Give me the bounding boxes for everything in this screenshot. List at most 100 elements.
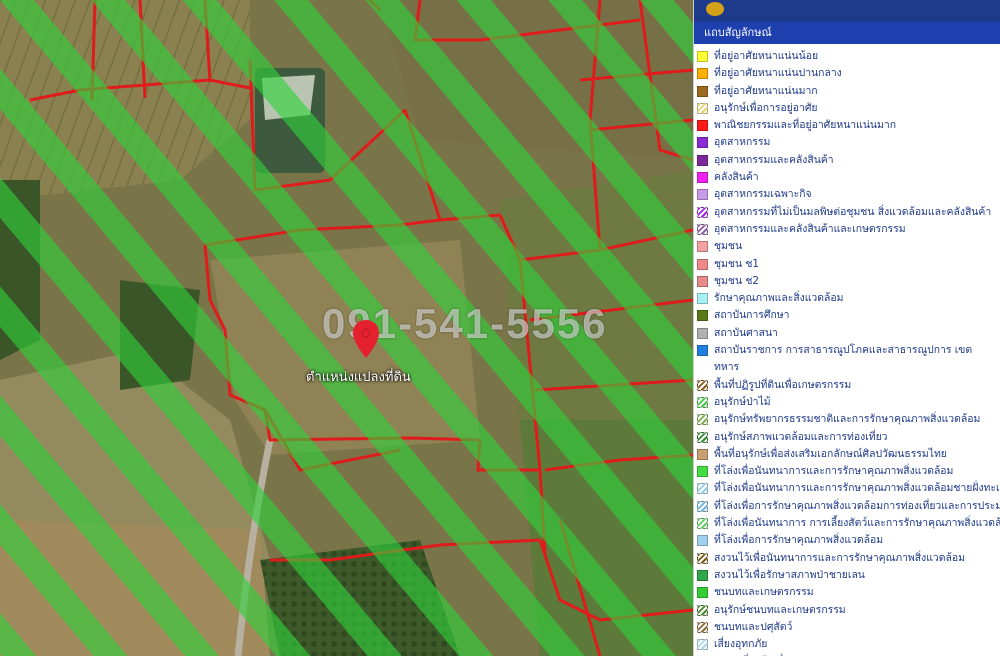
legend-item: สถาบันการศึกษา [694, 307, 1000, 324]
legend-swatch [697, 275, 708, 287]
legend-item: ที่โล่งเพื่อการรักษาคุณภาพสิ่งแวดล้อมการ… [694, 498, 1000, 515]
legend-item-label: สงวนไว้เพื่อรักษาสภาพป่าชายเลน [714, 568, 865, 581]
legend-swatch [697, 448, 708, 460]
legend-item: อุตสาหกรรมที่ไม่เป็นมลพิษต่อชุมชน สิ่งแว… [694, 204, 1000, 221]
legend-swatch [697, 293, 708, 305]
legend-item: ที่โล่งเพื่อการรักษาคุณภาพสิ่งแวดล้อม [694, 532, 1000, 549]
legend-swatch [697, 621, 708, 633]
legend-item: ที่โล่งเพื่อนันทนาการและการรักษาคุณภาพสิ… [694, 463, 1000, 480]
legend-item: อนุรักษ์ทรัพยากรธรรมชาติและการรักษาคุณภา… [694, 411, 1000, 428]
legend-item: ชนบทและปศุสัตว์ [694, 619, 1000, 636]
legend-item-label: รักษาคุณภาพและสิ่งแวดล้อม [714, 292, 844, 305]
legend-item-label: ที่อยู่อาศัยหนาแน่นมาก [714, 84, 818, 97]
legend-item-label: พื้นที่อนุรักษ์เพื่อส่งเสริมเอกลักษณ์ศิล… [714, 447, 947, 460]
legend-item: พาณิชยกรรมและที่อยู่อาศัยหนาแน่นมาก [694, 117, 1000, 134]
legend-item-label: ชุมชน [714, 240, 743, 253]
legend-item: ที่อยู่อาศัยหนาแน่นน้อย [694, 48, 1000, 65]
legend-item-label: ที่โล่งเพื่อนันทนาการและการรักษาคุณภาพสิ… [714, 482, 1000, 495]
legend-item: สงวนไว้เพื่อนันทนาการและการรักษาคุณภาพสิ… [694, 550, 1000, 567]
legend-item-label: อุตสาหกรรมที่ไม่เป็นมลพิษต่อชุมชน สิ่งแว… [714, 205, 992, 218]
legend-swatch [697, 569, 708, 581]
legend-item-label: ชุมชน ช2 [714, 274, 760, 287]
legend-swatch [697, 345, 708, 357]
pin-label: ตำแหน่งแปลงที่ดิน [306, 370, 411, 385]
legend-item-label: ที่โล่งเพื่อนันทนาการ การเลี้ยงสัตว์และก… [714, 517, 1000, 530]
legend-item: สถาบันราชการ การสาธารณูปโภคและสาธารณูปกา… [694, 342, 1000, 377]
legend-item-label: อนุรักษ์สภาพแวดล้อมและการท่องเที่ยว [714, 430, 888, 443]
legend-item-label: สถาบันศาสนา [714, 326, 778, 339]
legend-item-label: ชนบทและเกษตรกรรม [714, 586, 814, 599]
legend-item-label: อนุรักษ์ชนบทและเกษตรกรรม [714, 603, 846, 616]
legend-swatch [697, 189, 708, 201]
legend-item: ที่โล่งเพื่อนันทนาการและการรักษาคุณภาพสิ… [694, 480, 1000, 497]
legend-item: สงวนไว้เพื่อรักษาสภาพป่าชายเลน [694, 567, 1000, 584]
legend-item-label: ที่อยู่อาศัยหนาแน่นน้อย [714, 50, 819, 62]
legend-swatch [697, 587, 708, 599]
map-view[interactable]: 091-541-5556 ตำแหน่งแปลงที่ดิน [0, 0, 693, 656]
legend-item: อุตสาหกรรมเฉพาะกิจ [694, 186, 1000, 203]
legend-item-label: คลังสินค้า [714, 171, 759, 184]
legend-item: ที่โล่งเพื่อนันทนาการ การเลี้ยงสัตว์และก… [694, 515, 1000, 532]
legend-item-label: อนุรักษ์ป่าไม้ [714, 395, 771, 408]
legend-swatch [697, 431, 708, 443]
legend-swatch [697, 68, 708, 80]
legend-item-label: อุตสาหกรรมและคลังสินค้าและเกษตรกรรม [714, 222, 906, 235]
legend-top-bar [694, 0, 1000, 22]
legend-item: ชุมชน ช1 [694, 256, 1000, 273]
legend-swatch [697, 379, 708, 391]
legend-item-label: อุตสาหกรรม [714, 136, 771, 149]
legend-item-label: สถาบันการศึกษา [714, 309, 790, 322]
legend-swatch [697, 241, 708, 253]
legend-swatch [697, 223, 708, 235]
legend-item: ชุมชน ช2 [694, 273, 1000, 290]
legend-swatch [697, 154, 708, 166]
map-pin-icon[interactable] [351, 318, 381, 360]
legend-swatch [697, 396, 708, 408]
legend-item: อนุรักษ์เพื่อการอยู่อาศัย [694, 100, 1000, 117]
legend-swatch [697, 85, 708, 97]
legend-item: สถาบันศาสนา [694, 325, 1000, 342]
legend-item: เสี่ยงอุทกภัย [694, 636, 1000, 653]
legend-item-label: อนุรักษ์ทรัพยากรธรรมชาติและการรักษาคุณภา… [714, 413, 981, 426]
legend-item-label: พาณิชยกรรมและที่อยู่อาศัยหนาแน่นมาก [714, 119, 897, 132]
legend-item-label: ชุมชน ช1 [714, 257, 760, 270]
legend-item-label: ที่อยู่อาศัยหนาแน่นปานกลาง [714, 67, 842, 80]
legend-swatch [697, 172, 708, 184]
legend-item: อนุรักษ์ชนบทและเกษตรกรรม [694, 602, 1000, 619]
legend-item-label: ที่โล่งเพื่อการรักษาคุณภาพสิ่งแวดล้อมการ… [714, 499, 1000, 512]
legend-item: พื้นที่อนุรักษ์เพื่อส่งเสริมเอกลักษณ์ศิล… [694, 446, 1000, 463]
legend-swatch [697, 120, 708, 132]
legend-panel[interactable]: แถบสัญลักษณ์ ที่อยู่อาศัยหนาแน่นน้อย ที่อ… [693, 0, 1000, 656]
legend-item: ที่อยู่อาศัยหนาแน่นปานกลาง [694, 65, 1000, 82]
legend-swatch [697, 51, 708, 62]
legend-item-label: ที่โล่งเพื่อการรักษาคุณภาพสิ่งแวดล้อม [714, 534, 884, 547]
legend-swatch [697, 102, 708, 114]
legend-header: แถบสัญลักษณ์ [694, 22, 1000, 44]
legend-item: ที่อยู่อาศัยหนาแน่นมาก [694, 83, 1000, 100]
legend-swatch [697, 604, 708, 616]
legend-item: ชุมชน [694, 238, 1000, 255]
legend-item: อนุรักษ์สภาพแวดล้อมและการท่องเที่ยว [694, 429, 1000, 446]
legend-swatch [697, 206, 708, 218]
legend-swatch [697, 483, 708, 495]
legend-swatch [697, 639, 708, 651]
legend-item-label: อนุรักษ์เพื่อการอยู่อาศัย [714, 101, 818, 114]
legend-list: ที่อยู่อาศัยหนาแน่นน้อยที่อยู่อาศัยหนาแน… [694, 44, 1000, 656]
legend-item-label: เสี่ยงอุทกภัย [714, 638, 768, 651]
legend-item-label: อุตสาหกรรมเฉพาะกิจ [714, 188, 812, 201]
legend-item: รักษาคุณภาพและสิ่งแวดล้อม [694, 290, 1000, 307]
legend-swatch [697, 414, 708, 426]
legend-item: พื้นที่ปฏิรูปที่ดินเพื่อเกษตรกรรม [694, 377, 1000, 394]
legend-item: อุตสาหกรรมและคลังสินค้าและเกษตรกรรม [694, 221, 1000, 238]
legend-item-label: สถาบันราชการ การสาธารณูปโภคและสาธารณูปกา… [714, 344, 973, 374]
legend-swatch [697, 466, 708, 478]
legend-item: อนุรักษ์ป่าไม้ [694, 394, 1000, 411]
legend-item: อุตสาหกรรมและคลังสินค้า [694, 152, 1000, 169]
legend-swatch [697, 327, 708, 339]
legend-item-label: พื้นที่ปฏิรูปที่ดินเพื่อเกษตรกรรม [714, 378, 852, 391]
legend-swatch [697, 137, 708, 149]
legend-item: อุตสาหกรรม [694, 134, 1000, 151]
legend-swatch [697, 552, 708, 564]
legend-swatch [697, 258, 708, 270]
logo-icon [706, 2, 724, 16]
